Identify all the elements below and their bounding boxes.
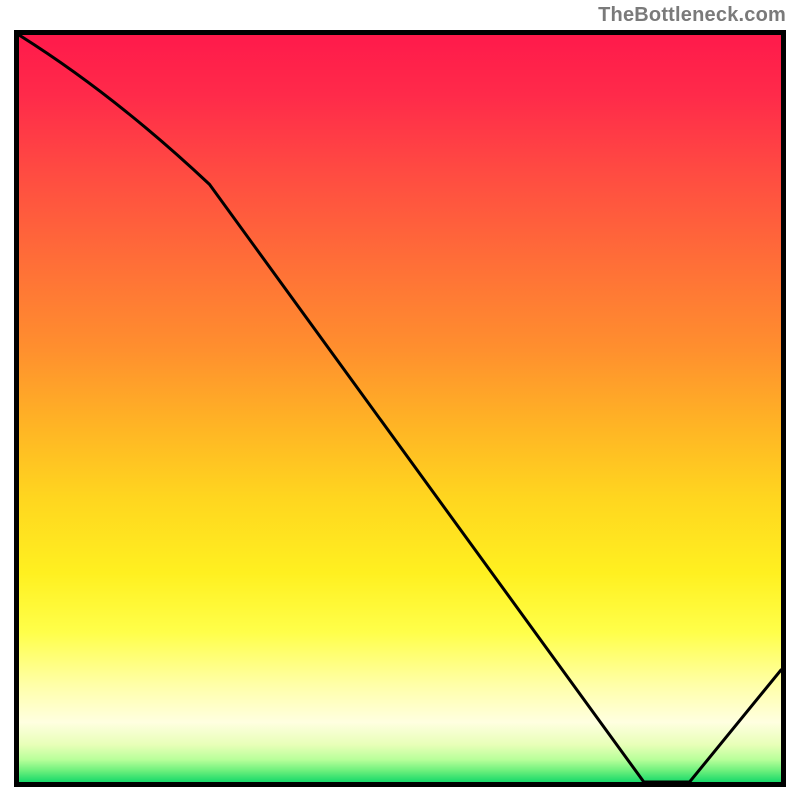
attribution-text: TheBottleneck.com (598, 4, 786, 27)
chart-frame (14, 30, 786, 787)
chart-line-series (19, 35, 781, 782)
chart-svg (19, 35, 781, 782)
